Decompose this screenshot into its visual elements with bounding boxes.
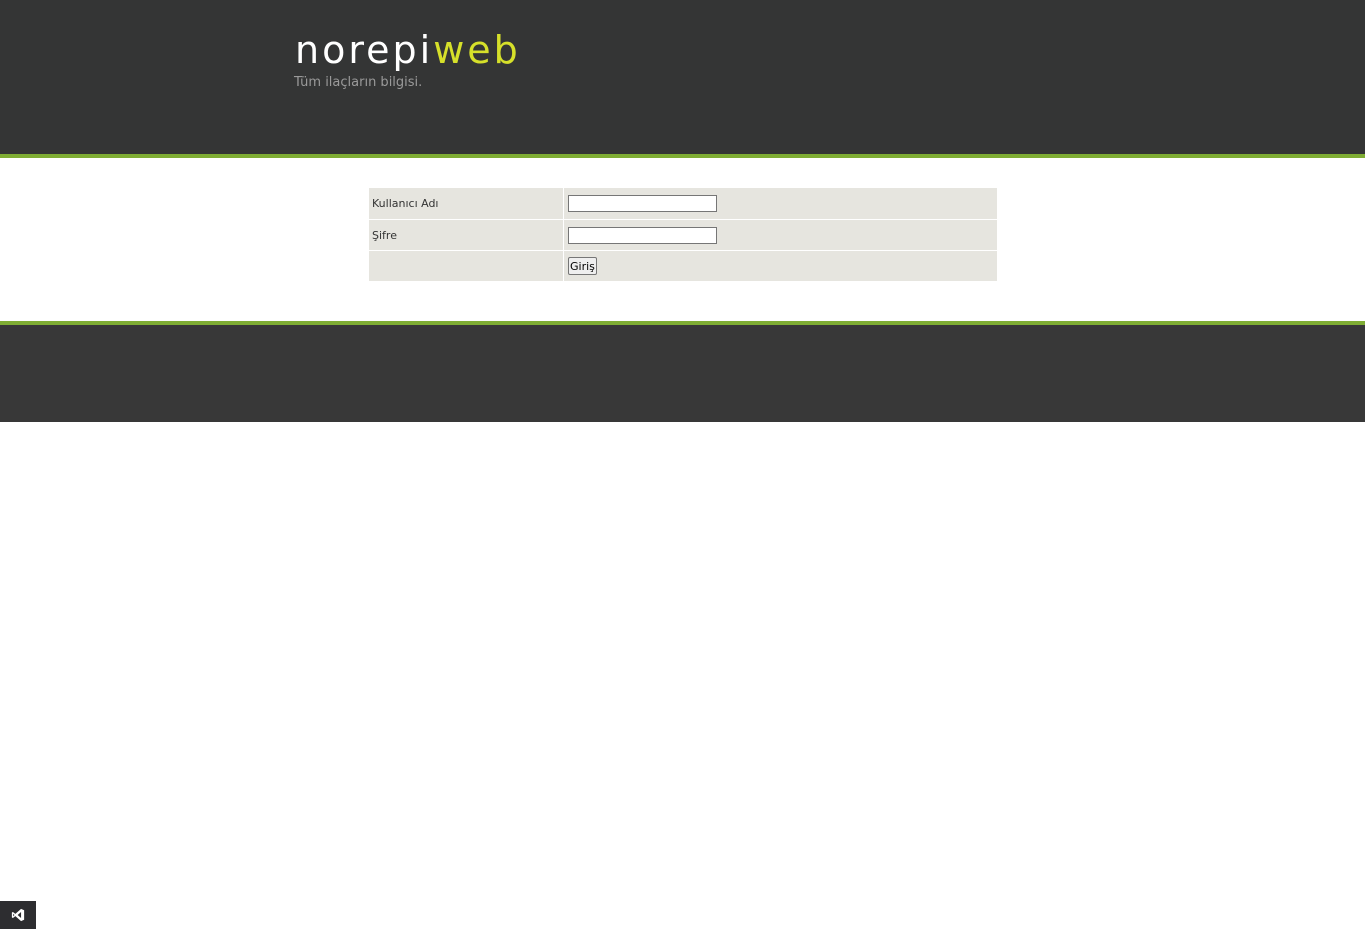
submit-row: Giriş (369, 251, 997, 281)
logo-text-part2: web (433, 28, 521, 72)
visual-studio-glyph-icon (11, 908, 25, 922)
username-cell (564, 188, 997, 219)
logo-text-part1: norepi (295, 28, 434, 72)
username-label: Kullanıcı Adı (369, 188, 563, 219)
site-tagline: Tüm ilaçların bilgisi. (294, 75, 423, 90)
submit-row-spacer (369, 251, 563, 281)
login-button[interactable]: Giriş (568, 257, 597, 275)
password-label: Şifre (369, 220, 563, 250)
login-form: Kullanıcı Adı Şifre Giriş (368, 187, 998, 282)
site-logo[interactable]: norepiweb (295, 30, 521, 70)
visual-studio-icon[interactable] (0, 901, 36, 929)
username-row: Kullanıcı Adı (369, 188, 997, 219)
username-input[interactable] (568, 195, 717, 212)
site-header: norepiweb Tüm ilaçların bilgisi. (0, 0, 1365, 154)
submit-cell: Giriş (564, 251, 997, 281)
password-row: Şifre (369, 220, 997, 250)
password-input[interactable] (568, 226, 717, 244)
password-cell (564, 220, 997, 250)
site-footer (0, 325, 1365, 422)
header-divider (0, 154, 1365, 158)
